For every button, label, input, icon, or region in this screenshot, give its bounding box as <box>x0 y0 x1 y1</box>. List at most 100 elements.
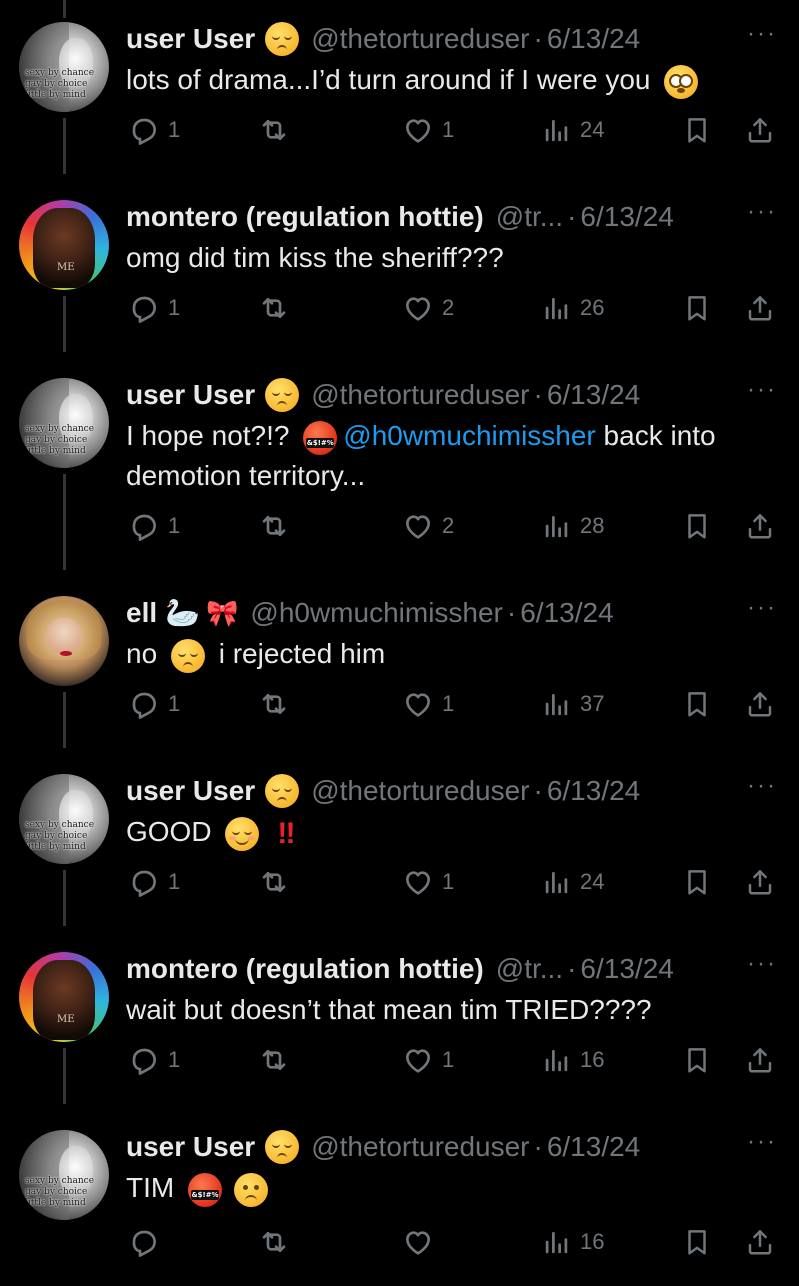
tweet[interactable]: ME montero (regulation hottie) @tr... · 6/13… <box>0 930 799 1108</box>
views-button[interactable]: 16 <box>542 1224 604 1260</box>
user-handle[interactable]: @thetortureduser <box>311 775 529 807</box>
avatar[interactable]: sexy by chance gay by choice little by m… <box>19 774 109 864</box>
repost-button[interactable] <box>258 1224 290 1260</box>
repost-button[interactable] <box>258 508 290 544</box>
avatar-caption: sexy by chance gay by choice little by m… <box>25 424 95 456</box>
repost-button[interactable] <box>258 864 290 900</box>
tweet[interactable]: ell 🦢 🎀 @h0wmuchimissher · 6/13/24 ··· no i rej… <box>0 574 799 752</box>
bookmark-button[interactable] <box>682 1042 712 1078</box>
share-button[interactable] <box>745 1224 775 1260</box>
user-handle[interactable]: @tr... <box>496 201 563 233</box>
tweet[interactable]: sexy by chance gay by choice little by m… <box>0 0 799 178</box>
like-button[interactable] <box>402 1224 434 1260</box>
tweet[interactable]: sexy by chance gay by choice little by m… <box>0 752 799 930</box>
display-name[interactable]: user User <box>126 775 255 807</box>
like-button[interactable]: 1 <box>402 686 454 722</box>
share-button[interactable] <box>745 686 775 722</box>
more-icon[interactable]: ··· <box>747 774 777 798</box>
timestamp[interactable]: 6/13/24 <box>547 23 640 55</box>
reply-icon <box>128 292 160 324</box>
more-icon[interactable]: ··· <box>747 200 777 224</box>
tweet[interactable]: sexy by chance gay by choice little by m… <box>0 356 799 541</box>
replies-count: 1 <box>168 513 181 538</box>
views-button[interactable]: 24 <box>542 112 604 148</box>
like-button[interactable]: 1 <box>402 112 454 148</box>
share-button[interactable] <box>745 112 775 148</box>
display-name[interactable]: montero (regulation hottie) <box>126 953 484 985</box>
avatar[interactable]: ME <box>19 952 109 1042</box>
display-name[interactable]: user User <box>126 379 255 411</box>
views-icon <box>542 866 572 898</box>
tweet-text: omg did tim kiss the sheriff??? <box>126 238 776 278</box>
more-icon[interactable]: ··· <box>747 378 777 402</box>
more-icon[interactable]: ··· <box>747 22 777 46</box>
tweet-header: ell 🦢 🎀 @h0wmuchimissher · 6/13/24 <box>126 594 614 632</box>
display-name[interactable]: user User <box>126 1131 255 1163</box>
mention-link[interactable]: @h0wmuchimissher <box>343 420 596 451</box>
bookmark-button[interactable] <box>682 686 712 722</box>
views-button[interactable]: 16 <box>542 1042 604 1078</box>
repost-icon <box>258 292 290 324</box>
bookmark-button[interactable] <box>682 508 712 544</box>
user-handle[interactable]: @thetortureduser <box>311 23 529 55</box>
separator-dot: · <box>533 379 543 410</box>
tweet[interactable]: sexy by chance gay by choice little by m… <box>0 1108 799 1286</box>
more-icon[interactable]: ··· <box>747 952 777 976</box>
views-button[interactable]: 26 <box>542 290 604 326</box>
bookmark-icon <box>682 114 712 146</box>
timestamp[interactable]: 6/13/24 <box>547 1131 640 1163</box>
user-handle[interactable]: @thetortureduser <box>311 1131 529 1163</box>
bookmark-icon <box>682 292 712 324</box>
like-button[interactable]: 1 <box>402 864 454 900</box>
action-bar: 1 1 37 <box>0 686 799 722</box>
like-button[interactable]: 1 <box>402 1042 454 1078</box>
reply-button[interactable]: 1 <box>128 290 180 326</box>
timestamp[interactable]: 6/13/24 <box>580 201 673 233</box>
share-button[interactable] <box>745 864 775 900</box>
like-button[interactable]: 2 <box>402 508 454 544</box>
display-name[interactable]: user User <box>126 23 255 55</box>
views-button[interactable]: 37 <box>542 686 604 722</box>
views-button[interactable]: 24 <box>542 864 604 900</box>
avatar[interactable]: sexy by chance gay by choice little by m… <box>19 378 109 468</box>
timestamp[interactable]: 6/13/24 <box>547 379 640 411</box>
more-icon[interactable]: ··· <box>747 596 777 620</box>
bookmark-button[interactable] <box>682 864 712 900</box>
bookmark-button[interactable] <box>682 1224 712 1260</box>
text-segment: i rejected him <box>210 638 386 669</box>
avatar[interactable]: sexy by chance gay by choice little by m… <box>19 1130 109 1220</box>
avatar[interactable] <box>19 596 109 686</box>
user-handle[interactable]: @thetortureduser <box>311 379 529 411</box>
timestamp[interactable]: 6/13/24 <box>580 953 673 985</box>
user-handle[interactable]: @tr... <box>496 953 563 985</box>
avatar[interactable]: ME <box>19 200 109 290</box>
more-icon[interactable]: ··· <box>747 1130 777 1154</box>
timestamp[interactable]: 6/13/24 <box>547 775 640 807</box>
share-button[interactable] <box>745 508 775 544</box>
views-count: 24 <box>580 117 605 142</box>
cursing-face-emoji: &$!#% <box>188 1172 222 1207</box>
repost-button[interactable] <box>258 290 290 326</box>
user-handle[interactable]: @h0wmuchimissher <box>250 597 503 629</box>
avatar[interactable]: sexy by chance gay by choice little by m… <box>19 22 109 112</box>
reply-button[interactable]: 1 <box>128 1042 180 1078</box>
bookmark-button[interactable] <box>682 112 712 148</box>
display-name[interactable]: ell <box>126 597 157 629</box>
repost-button[interactable] <box>258 686 290 722</box>
reply-button[interactable]: 1 <box>128 508 180 544</box>
repost-button[interactable] <box>258 1042 290 1078</box>
reply-button[interactable] <box>128 1224 160 1260</box>
bookmark-button[interactable] <box>682 290 712 326</box>
reply-button[interactable]: 1 <box>128 686 180 722</box>
tweet[interactable]: ME montero (regulation hottie) @tr... · 6/13… <box>0 178 799 356</box>
timestamp[interactable]: 6/13/24 <box>520 597 613 629</box>
display-name[interactable]: montero (regulation hottie) <box>126 201 484 233</box>
share-button[interactable] <box>745 1042 775 1078</box>
ribbon-emoji: 🎀 <box>206 598 239 628</box>
views-button[interactable]: 28 <box>542 508 604 544</box>
reply-button[interactable]: 1 <box>128 864 180 900</box>
share-button[interactable] <box>745 290 775 326</box>
repost-button[interactable] <box>258 112 290 148</box>
reply-button[interactable]: 1 <box>128 112 180 148</box>
like-button[interactable]: 2 <box>402 290 454 326</box>
